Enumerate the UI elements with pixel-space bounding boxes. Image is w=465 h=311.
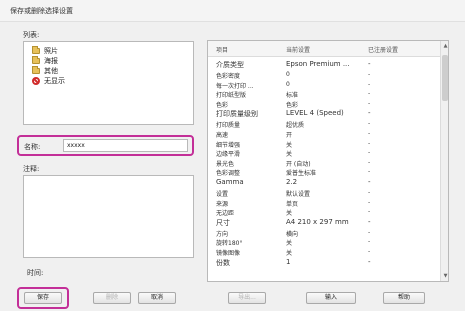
table-row: 细节增强关 -	[208, 139, 440, 149]
row-current-cell: Epson Premium ...	[286, 60, 350, 68]
scroll-down-icon[interactable]: ▼	[442, 272, 448, 280]
row-registered-cell: -	[368, 217, 371, 226]
table-row: 旋转180° 关 -	[208, 237, 440, 247]
row-registered-cell: -	[368, 80, 371, 88]
name-label: 名称:	[24, 143, 41, 151]
row-registered-cell: -	[368, 139, 371, 147]
row-registered-cell: -	[368, 178, 371, 186]
list-item-no-display[interactable]: 无显示	[32, 76, 65, 85]
scroll-up-icon[interactable]: ▲	[442, 42, 448, 50]
row-item-cell: 尺寸	[216, 218, 230, 227]
folder-icon	[32, 65, 40, 74]
table-row: 来源 单页 -	[208, 198, 440, 208]
table-row: 介质类型 Epson Premium ... -	[208, 59, 440, 70]
settings-table: 项目 当前设置 已注册设置 介质类型 Epson Premium ... - 色彩密度…	[207, 40, 449, 282]
table-row: 镜像图像关 -	[208, 247, 440, 257]
time-label: 时间:	[27, 269, 44, 277]
table-row: 设置 默认设置 -	[208, 188, 440, 198]
table-scrollbar[interactable]: ▲ ▼	[440, 41, 448, 281]
row-registered-cell: -	[368, 120, 371, 128]
row-registered-cell: -	[368, 198, 371, 206]
row-registered-cell: -	[368, 228, 371, 236]
table-row: 色彩 色彩 -	[208, 99, 440, 109]
import-button[interactable]: 输入	[306, 292, 356, 304]
list-item-label: 其他	[44, 66, 58, 75]
list-item-other[interactable]: 其他	[32, 65, 58, 75]
row-registered-cell: -	[368, 208, 371, 216]
row-registered-cell: -	[368, 109, 371, 118]
settings-list[interactable]: 照片 海报 其他 无显示	[23, 41, 194, 125]
table-row: 份数 1 -	[208, 257, 440, 268]
delete-button[interactable]: 删除	[93, 292, 131, 304]
list-label: 列表:	[23, 31, 40, 39]
title-bar: 保存或删除选择设置	[0, 0, 465, 22]
window-title: 保存或删除选择设置	[10, 7, 73, 15]
table-row: 打印质量级别 LEVEL 4 (Speed) -	[208, 108, 440, 119]
table-row: 边缘平滑关 -	[208, 148, 440, 158]
list-item-label: 无显示	[44, 76, 65, 85]
table-row: 打印质量 超优质 -	[208, 119, 440, 129]
table-row: 无边距关 -	[208, 207, 440, 217]
row-registered-cell: -	[368, 238, 371, 246]
table-row: 方向 横向 -	[208, 228, 440, 238]
row-current-cell: LEVEL 4 (Speed)	[286, 109, 344, 118]
row-current-cell: 1	[286, 257, 291, 266]
row-item-cell: Gamma	[216, 178, 244, 186]
scroll-thumb[interactable]	[442, 55, 448, 101]
row-registered-cell: -	[368, 60, 371, 68]
row-current-cell: 2.2	[286, 178, 298, 186]
export-button[interactable]: 导出...	[228, 292, 266, 304]
column-header-current: 当前设置	[286, 47, 311, 54]
column-header-item: 项目	[216, 47, 229, 54]
notes-label: 注释:	[23, 165, 40, 173]
list-item-poster[interactable]: 海报	[32, 55, 58, 65]
row-current-cell: 0	[286, 80, 290, 88]
row-current-cell: 0	[286, 71, 290, 78]
name-input[interactable]: xxxxx	[63, 139, 188, 152]
no-display-icon	[32, 76, 40, 85]
save-button[interactable]: 保存	[24, 292, 62, 304]
row-registered-cell: -	[368, 168, 371, 176]
table-row: 每一次打印 ... 0-	[208, 80, 440, 90]
row-registered-cell: -	[368, 248, 371, 255]
row-current-cell: A4 210 x 297 mm	[286, 217, 349, 226]
row-registered-cell: -	[368, 189, 371, 196]
row-registered-cell: -	[368, 158, 371, 166]
table-row: Gamma 2.2 -	[208, 177, 440, 188]
row-registered-cell: -	[368, 90, 371, 98]
table-row: 色彩调整 爱普生标准 -	[208, 167, 440, 177]
row-registered-cell: -	[368, 257, 371, 266]
table-header: 项目 当前设置 已注册设置	[208, 41, 440, 57]
table-row: 尺寸 A4 210 x 297 mm -	[208, 217, 440, 228]
row-registered-cell: -	[368, 99, 371, 107]
folder-icon	[32, 45, 40, 54]
notes-textarea[interactable]	[23, 175, 194, 258]
column-header-registered: 已注册设置	[368, 47, 399, 54]
list-item-photo[interactable]: 照片	[32, 45, 58, 55]
table-row: 高速开 -	[208, 129, 440, 139]
help-button[interactable]: 帮助	[383, 292, 425, 304]
row-item-cell: 打印质量级别	[216, 110, 258, 119]
table-row: 打印纸型版 标准 -	[208, 89, 440, 99]
row-item-cell: 份数	[216, 258, 230, 267]
row-item-cell: 介质类型	[216, 61, 244, 69]
list-item-label: 海报	[44, 56, 58, 65]
folder-icon	[32, 55, 40, 64]
row-registered-cell: -	[368, 71, 371, 78]
table-row: 景光色开 (自动) -	[208, 158, 440, 168]
list-item-label: 照片	[44, 46, 58, 55]
cancel-button[interactable]: 取消	[138, 292, 176, 304]
row-registered-cell: -	[368, 130, 371, 137]
row-registered-cell: -	[368, 149, 371, 157]
table-row: 色彩密度 0-	[208, 70, 440, 80]
